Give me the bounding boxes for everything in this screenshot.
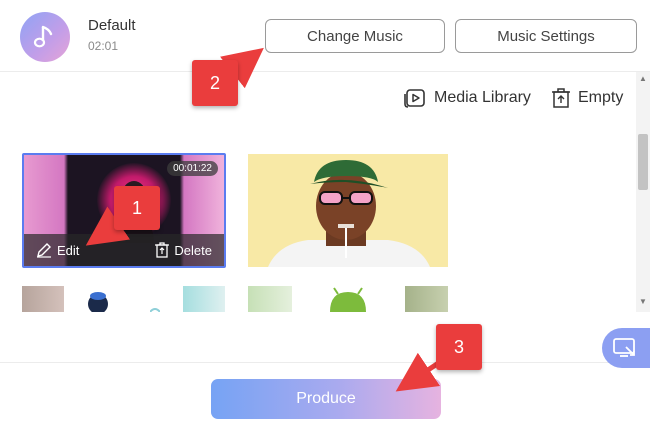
footer-divider [0,362,650,363]
media-library-label: Media Library [434,89,531,106]
produce-button[interactable]: Produce [211,379,441,419]
trash-icon [552,88,570,108]
clip-thumbnail[interactable] [149,286,161,313]
clip-thumbnail[interactable] [84,286,114,314]
media-library-icon [404,89,425,108]
annotation-badge: 1 [114,186,160,230]
edit-pencil-icon [37,243,51,258]
clip-thumbnail[interactable] [405,286,448,312]
edit-label: Edit [57,242,80,258]
screen-record-icon [613,338,635,357]
annotation-badge: 3 [436,324,482,370]
music-settings-button[interactable]: Music Settings [455,19,637,53]
clip-thumbnail[interactable] [322,286,374,312]
content-scrollbar[interactable]: ▲ ▼ [636,72,650,312]
delete-label: Delete [174,242,212,258]
image-clip-thumbnail[interactable] [248,154,448,267]
clip-action-bar: Edit Delete [24,234,224,266]
track-duration: 02:01 [88,39,119,53]
media-library-button[interactable]: Media Library [404,86,531,110]
annotation-badge: 2 [192,60,238,106]
scroll-thumb[interactable] [638,134,648,190]
scroll-down-icon[interactable]: ▼ [639,297,647,306]
empty-button[interactable]: Empty [552,86,623,110]
clip-thumbnail[interactable] [183,286,225,312]
clip-artwork [268,160,430,267]
music-header: Default 02:01 Change Music Music Setting… [0,0,650,72]
trash-icon [155,242,170,258]
clip-duration-badge: 00:01:22 [167,161,218,176]
empty-label: Empty [578,89,624,106]
scroll-up-icon[interactable]: ▲ [639,74,647,83]
screen-record-button[interactable] [602,328,650,368]
edit-button[interactable]: Edit [36,242,79,258]
clip-thumbnail[interactable] [248,286,292,312]
delete-button[interactable]: Delete [155,242,212,258]
music-note-icon [20,12,70,62]
clip-thumbnail[interactable] [22,286,64,312]
track-title: Default [88,17,136,34]
change-music-button[interactable]: Change Music [265,19,445,53]
